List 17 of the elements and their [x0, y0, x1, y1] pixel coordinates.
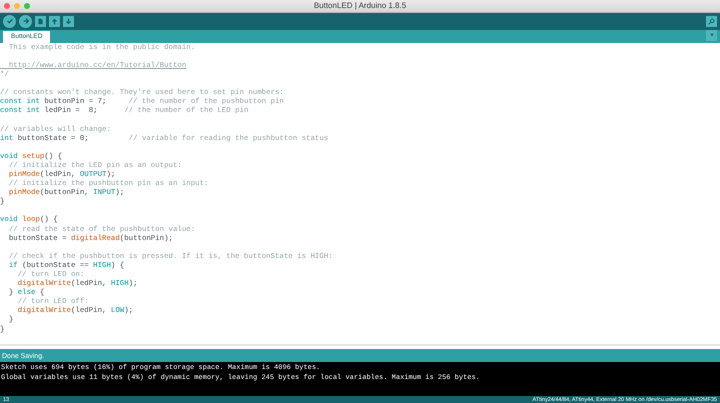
- right-arrow-icon: [22, 17, 30, 26]
- tab-menu-button[interactable]: [706, 30, 717, 41]
- close-window-button[interactable]: [4, 3, 10, 9]
- up-arrow-icon: [51, 18, 58, 25]
- serial-monitor-button[interactable]: [706, 16, 717, 27]
- down-arrow-icon: [65, 18, 72, 25]
- magnifier-icon: [708, 18, 715, 25]
- new-button[interactable]: [35, 16, 46, 27]
- zoom-window-button[interactable]: [24, 3, 30, 9]
- open-button[interactable]: [49, 16, 60, 27]
- upload-button[interactable]: [19, 14, 32, 28]
- checkmark-icon: [6, 17, 14, 26]
- document-icon: [37, 18, 44, 25]
- verify-button[interactable]: [3, 14, 16, 28]
- save-button[interactable]: [63, 16, 74, 27]
- window-title: ButtonLED | Arduino 1.8.5: [312, 0, 408, 12]
- triangle-down-icon: [708, 32, 714, 38]
